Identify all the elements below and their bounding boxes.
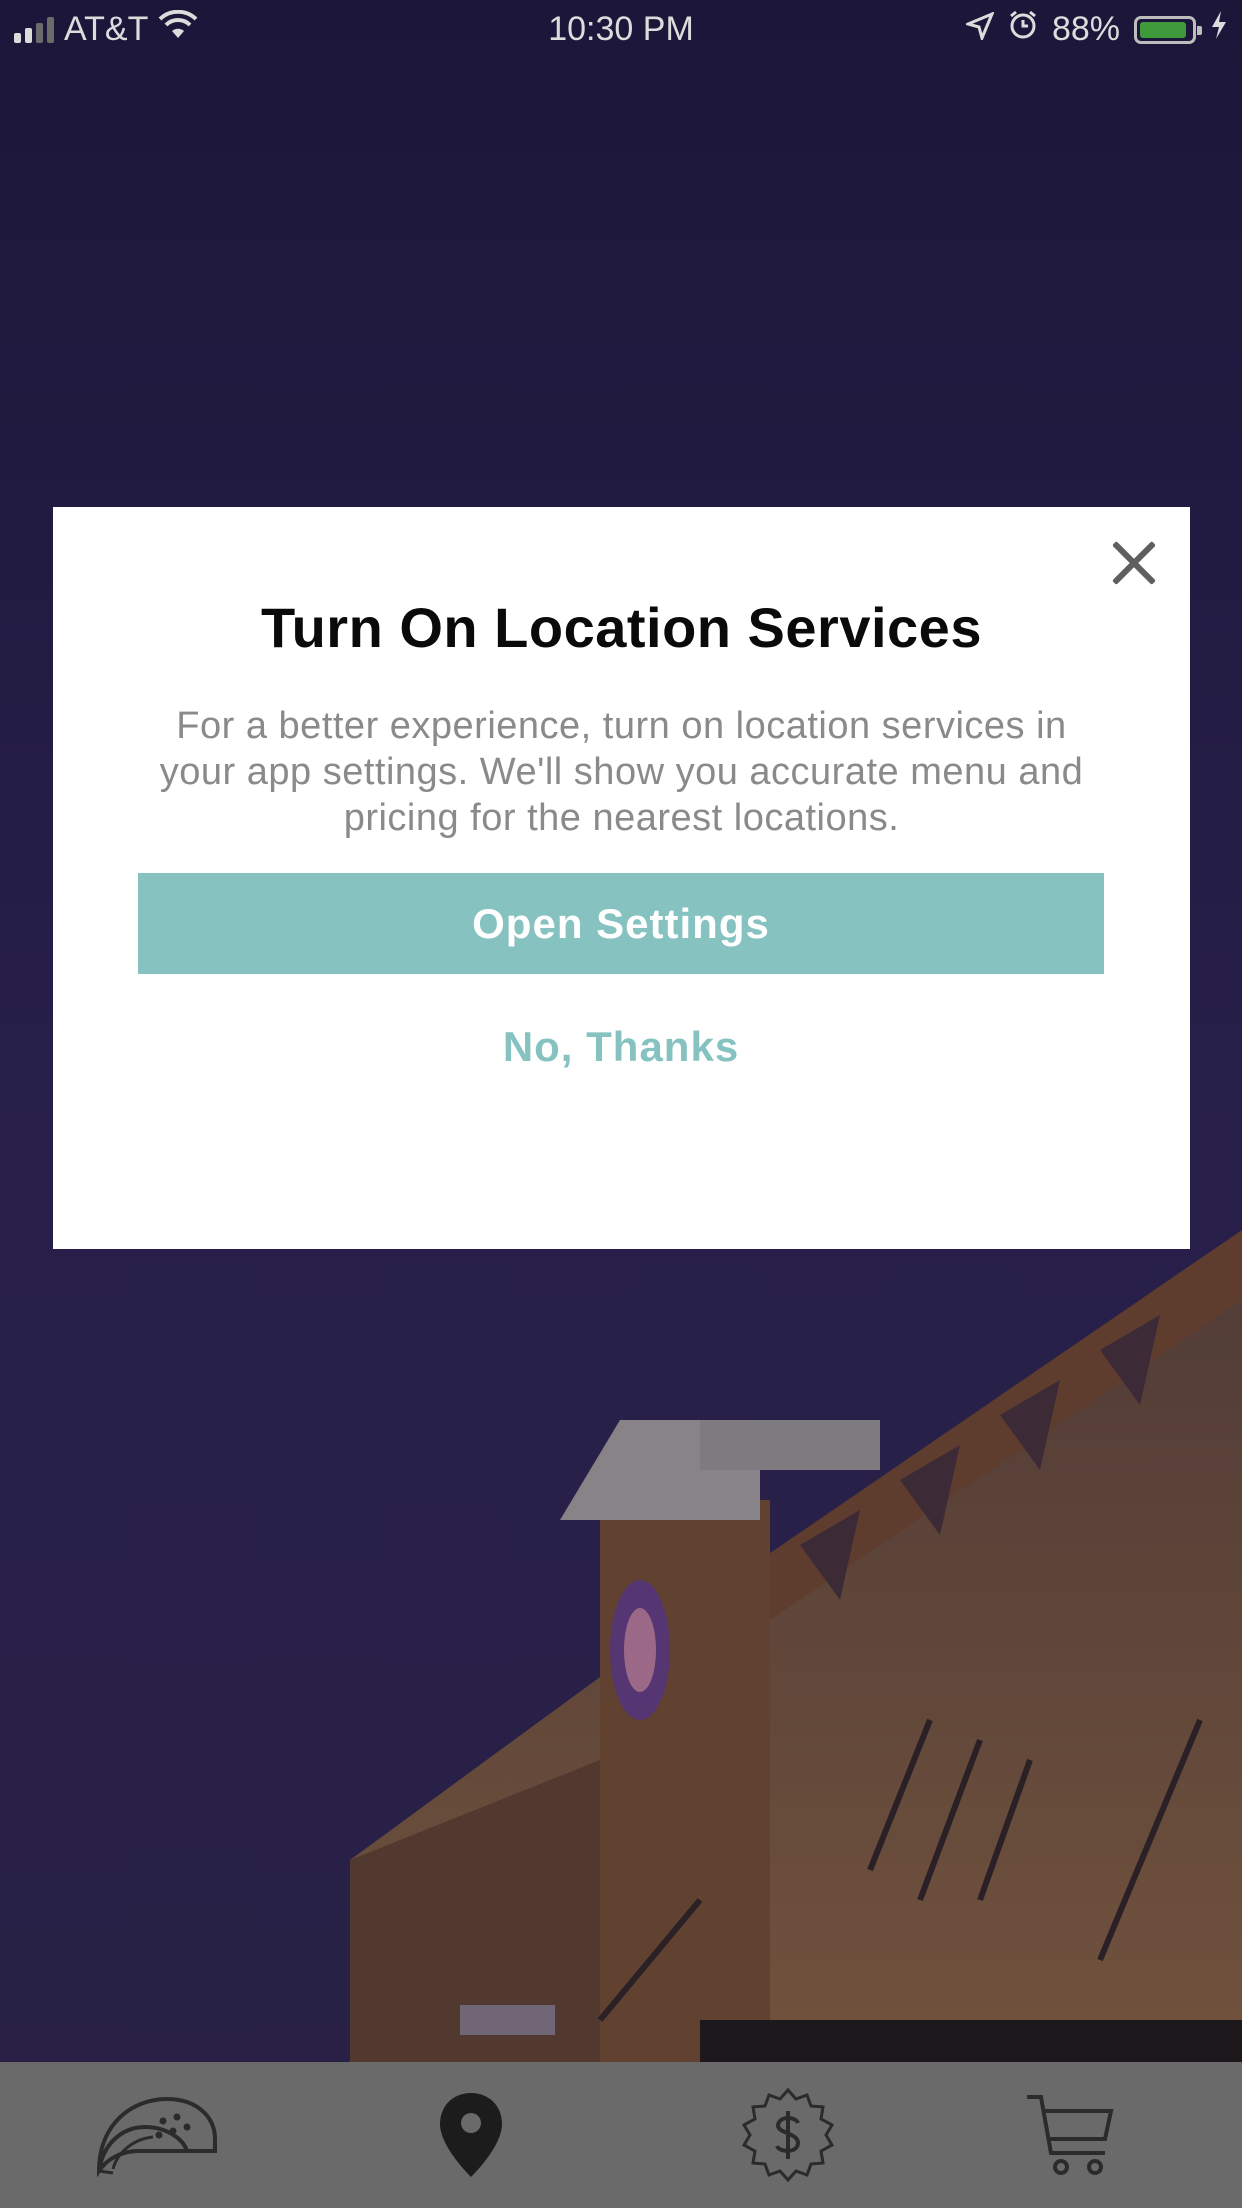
tab-menu[interactable] bbox=[56, 2062, 256, 2208]
battery-percent: 88% bbox=[1051, 10, 1120, 48]
tab-locations[interactable] bbox=[371, 2062, 571, 2208]
tab-cart[interactable] bbox=[970, 2062, 1170, 2208]
map-pin-icon bbox=[438, 2091, 504, 2179]
dollar-badge-icon bbox=[740, 2087, 836, 2183]
taco-icon bbox=[93, 2093, 219, 2177]
dialog-title: Turn On Location Services bbox=[261, 596, 982, 659]
cart-icon bbox=[1025, 2091, 1115, 2179]
tab-rewards[interactable] bbox=[688, 2062, 888, 2208]
open-settings-button[interactable]: Open Settings bbox=[138, 873, 1104, 974]
charging-bolt-icon bbox=[1210, 10, 1228, 49]
close-icon[interactable] bbox=[1104, 533, 1164, 593]
location-arrow-icon bbox=[963, 10, 995, 49]
battery-icon bbox=[1134, 15, 1202, 44]
status-bar: AT&T 10:30 PM 88% bbox=[0, 0, 1242, 60]
location-services-dialog: Turn On Location Services For a better e… bbox=[53, 507, 1190, 1249]
tab-bar bbox=[0, 2062, 1242, 2208]
alarm-icon bbox=[1008, 10, 1038, 49]
dialog-message: For a better experience, turn on locatio… bbox=[159, 705, 1084, 839]
no-thanks-button[interactable]: No, Thanks bbox=[371, 1007, 871, 1087]
